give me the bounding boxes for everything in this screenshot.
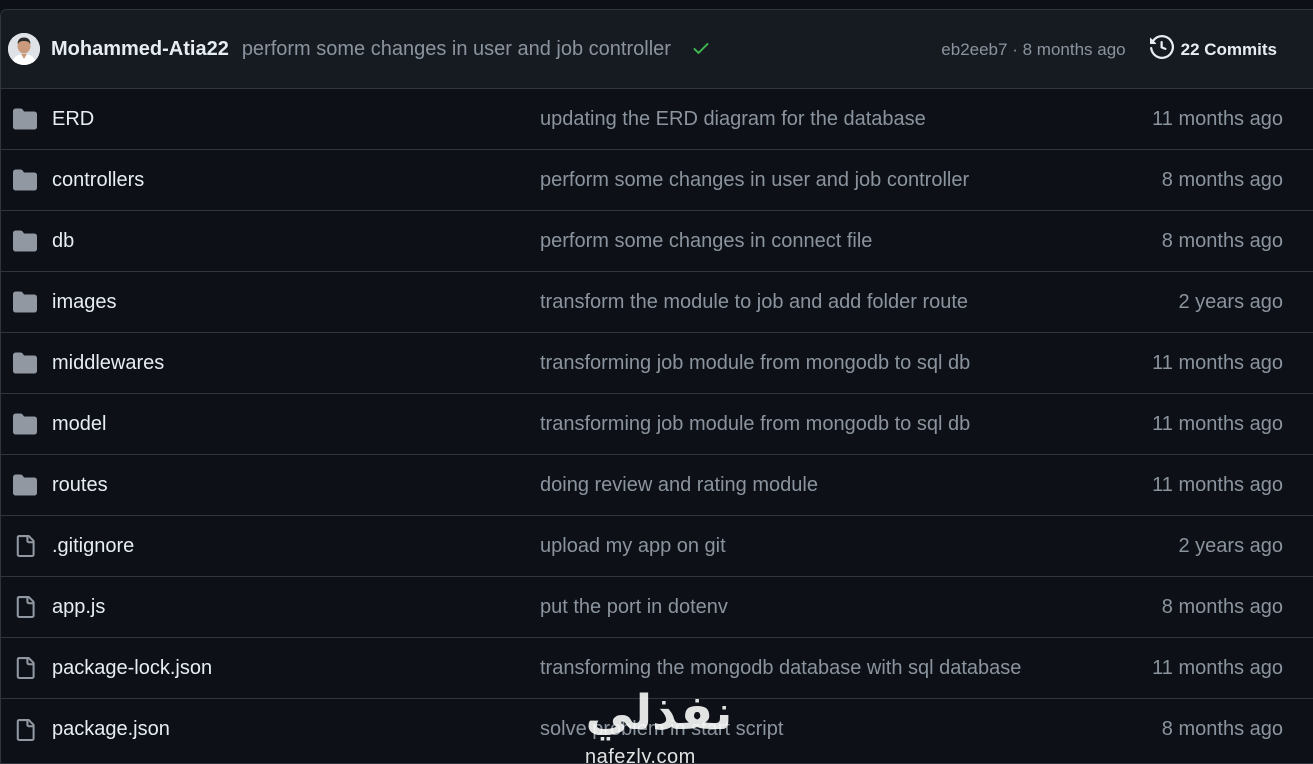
- commits-history-button[interactable]: 22 Commits: [1149, 34, 1277, 64]
- file-list: ERD updating the ERD diagram for the data…: [1, 89, 1313, 760]
- folder-icon: [12, 107, 38, 131]
- commit-message-link[interactable]: doing review and rating module: [540, 474, 818, 497]
- file-browser: Mohammed-Atia22 perform some changes in …: [0, 9, 1313, 764]
- commit-author-link[interactable]: Mohammed-Atia22: [51, 38, 229, 61]
- file-name-link[interactable]: app.js: [52, 596, 105, 619]
- file-row[interactable]: db perform some changes in connect file 8 …: [1, 211, 1313, 272]
- commit-time: 2 years ago: [1178, 290, 1283, 313]
- commit-message-link[interactable]: transforming the mongodb database with s…: [540, 657, 1021, 680]
- file-name-link[interactable]: middlewares: [52, 352, 164, 375]
- commit-time: 11 months ago: [1152, 107, 1283, 130]
- commit-time: 8 months ago: [1161, 168, 1283, 191]
- commit-time: 11 months ago: [1152, 351, 1283, 374]
- commit-message-link[interactable]: perform some changes in connect file: [540, 230, 872, 253]
- folder-icon: [12, 473, 38, 497]
- commit-time: 8 months ago: [1161, 718, 1283, 740]
- latest-commit-bar: Mohammed-Atia22 perform some changes in …: [1, 10, 1313, 89]
- history-icon: [1149, 34, 1174, 64]
- file-row[interactable]: middlewares transforming job module from …: [1, 333, 1313, 394]
- file-name-link[interactable]: model: [52, 413, 106, 436]
- commit-time: 8 months ago: [1161, 229, 1283, 252]
- folder-icon: [12, 168, 38, 192]
- check-icon[interactable]: [691, 38, 711, 63]
- file-row[interactable]: package-lock.json transforming the mongod…: [1, 638, 1313, 699]
- commit-meta: eb2eeb7 · 8 months ago 22 Commits: [941, 10, 1277, 89]
- file-icon: [12, 534, 38, 558]
- commit-message-link[interactable]: transform the module to job and add fold…: [540, 291, 968, 314]
- commit-message-link[interactable]: perform some changes in user and job con…: [540, 169, 969, 192]
- commit-message-link[interactable]: upload my app on git: [540, 535, 726, 558]
- file-row[interactable]: .gitignore upload my app on git 2 years ag…: [1, 516, 1313, 577]
- commit-message-link[interactable]: transforming job module from mongodb to …: [540, 352, 970, 375]
- file-row[interactable]: model transforming job module from mongod…: [1, 394, 1313, 455]
- commit-time: 8 months ago: [1022, 39, 1126, 59]
- commit-message-link[interactable]: put the port in dotenv: [540, 596, 728, 619]
- commit-message-link[interactable]: transforming job module from mongodb to …: [540, 413, 970, 436]
- file-row[interactable]: app.js put the port in dotenv 8 months ago: [1, 577, 1313, 638]
- commit-sha-link[interactable]: eb2eeb7 · 8 months ago: [941, 40, 1125, 60]
- commit-sha: eb2eeb7: [941, 39, 1008, 59]
- avatar[interactable]: [8, 33, 40, 65]
- folder-icon: [12, 229, 38, 253]
- file-row[interactable]: package.json solve problem in start scrip…: [1, 699, 1313, 760]
- file-row[interactable]: ERD updating the ERD diagram for the data…: [1, 89, 1313, 150]
- file-icon: [12, 656, 38, 680]
- file-name-link[interactable]: package-lock.json: [52, 657, 212, 680]
- folder-icon: [12, 412, 38, 436]
- file-name-link[interactable]: .gitignore: [52, 535, 134, 558]
- commit-message-link[interactable]: updating the ERD diagram for the databas…: [540, 108, 926, 131]
- commit-time: 11 months ago: [1152, 412, 1283, 435]
- file-icon: [12, 718, 38, 742]
- file-name-link[interactable]: images: [52, 291, 116, 314]
- commit-time: 11 months ago: [1152, 656, 1283, 679]
- latest-commit-message[interactable]: perform some changes in user and job con…: [242, 38, 671, 61]
- commit-time: 8 months ago: [1161, 595, 1283, 618]
- file-name-link[interactable]: ERD: [52, 108, 94, 131]
- file-name-link[interactable]: routes: [52, 474, 108, 497]
- commit-time: 2 years ago: [1178, 534, 1283, 557]
- file-name-link[interactable]: db: [52, 230, 74, 253]
- separator: ·: [1012, 39, 1018, 59]
- file-row[interactable]: controllers perform some changes in user …: [1, 150, 1313, 211]
- file-icon: [12, 595, 38, 619]
- folder-icon: [12, 290, 38, 314]
- file-row[interactable]: routes doing review and rating module 11 m…: [1, 455, 1313, 516]
- file-name-link[interactable]: controllers: [52, 169, 144, 192]
- commits-count: 22 Commits: [1180, 39, 1277, 59]
- file-row[interactable]: images transform the module to job and ad…: [1, 272, 1313, 333]
- commit-time: 11 months ago: [1152, 473, 1283, 496]
- folder-icon: [12, 351, 38, 375]
- commit-message-link[interactable]: solve problem in start script: [540, 718, 783, 741]
- file-name-link[interactable]: package.json: [52, 718, 170, 741]
